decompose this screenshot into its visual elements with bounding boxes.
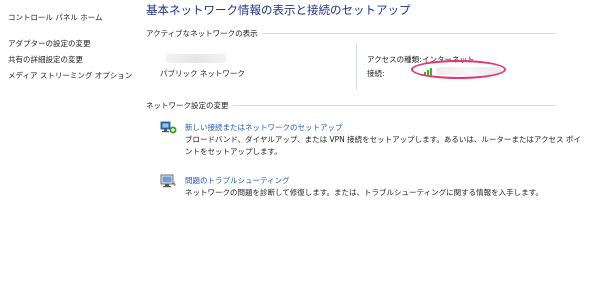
active-networks-heading: アクティブなネットワークの表示 (146, 28, 262, 39)
troubleshoot-link[interactable]: 問題のトラブルシューティング (185, 175, 290, 186)
connection-label: 接続: (367, 69, 385, 78)
network-icon-placeholder (166, 54, 226, 63)
sidebar-item-media-streaming[interactable]: メディア ストリーミング オプション (8, 70, 132, 81)
change-settings-heading: ネットワーク設定の変更 (146, 100, 233, 111)
network-setup-icon (160, 120, 178, 136)
sidebar: コントロール パネル ホーム アダプターの設定の変更 共有の詳細設定の変更 メデ… (0, 0, 132, 299)
control-panel-home-link[interactable]: コントロール パネル ホーム (8, 12, 103, 23)
highlight-annotation (411, 60, 506, 79)
page-title: 基本ネットワーク情報の表示と接続のセットアップ (146, 3, 411, 17)
new-connection-link[interactable]: 新しい接続またはネットワークのセットアップ (185, 122, 343, 133)
new-connection-description: ブロードバンド、ダイヤルアップ、または VPN 接続をセットアップします。あるい… (185, 135, 581, 156)
network-name: パブリック ネットワーク (160, 69, 245, 78)
panel-divider (356, 42, 357, 90)
troubleshoot-description: ネットワークの問題を診断して修復します。または、トラブルシューティングに関する情… (185, 188, 543, 197)
access-type-label: アクセスの種類: (367, 55, 422, 64)
sidebar-item-advanced-sharing[interactable]: 共有の詳細設定の変更 (8, 54, 83, 65)
troubleshoot-icon (160, 173, 178, 189)
sidebar-item-adapter-settings[interactable]: アダプターの設定の変更 (8, 38, 91, 49)
